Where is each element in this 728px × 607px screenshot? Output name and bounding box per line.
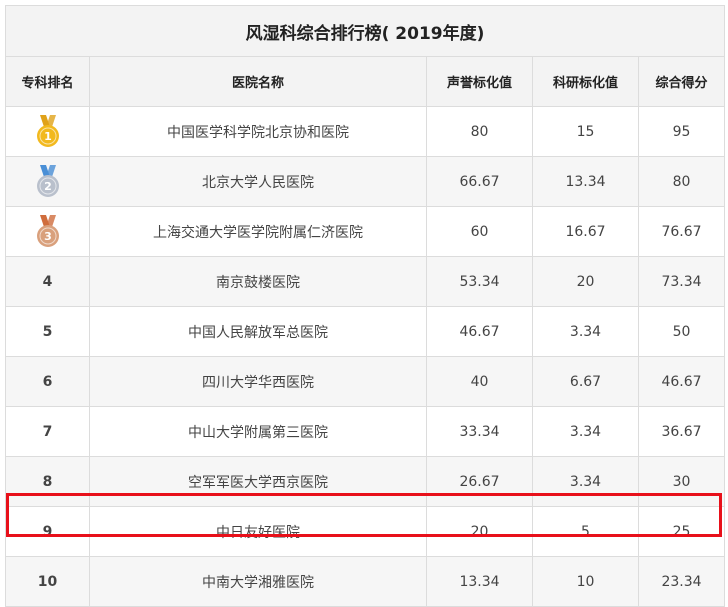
gold-medal-icon: 1	[36, 114, 59, 147]
research-cell: 3.34	[532, 306, 639, 357]
total-score-cell: 80	[637, 156, 726, 207]
title-row: 风湿科综合排行榜( 2019年度)	[4, 5, 726, 57]
reputation-cell: 46.67	[426, 306, 533, 357]
table-title: 风湿科综合排行榜( 2019年度)	[4, 5, 726, 57]
hospital-name-link[interactable]: 中国医学科学院北京协和医院	[89, 106, 427, 157]
total-score-cell: 95	[637, 106, 726, 157]
table-row: 10 中南大学湘雅医院 13.34 10 23.34	[5, 556, 726, 607]
table-row: 7 中山大学附属第三医院 33.34 3.34 36.67	[5, 406, 726, 457]
table-row: 4 南京鼓楼医院 53.34 20 73.34	[5, 256, 726, 307]
research-cell: 13.34	[532, 156, 639, 207]
rank-cell: 4	[5, 256, 90, 307]
research-cell: 15	[532, 106, 639, 157]
reputation-cell: 40	[426, 356, 533, 407]
col-header-hospital: 医院名称	[89, 56, 427, 107]
rank-cell: 3	[5, 206, 90, 257]
header-row: 专科排名 医院名称 声誉标化值 科研标化值 综合得分	[5, 56, 726, 107]
hospital-name-link[interactable]: 中山大学附属第三医院	[89, 406, 427, 457]
table-row: 6 四川大学华西医院 40 6.67 46.67	[5, 356, 726, 407]
total-score-cell: 23.34	[637, 556, 726, 607]
reputation-cell: 60	[426, 206, 533, 257]
research-cell: 10	[532, 556, 639, 607]
hospital-name-link[interactable]: 中国人民解放军总医院	[89, 306, 427, 357]
table-row: 9 中日友好医院 20 5 25	[5, 506, 726, 557]
table-row: 1 中国医学科学院北京协和医院 80 15 95	[5, 106, 726, 157]
hospital-name-link[interactable]: 空军军医大学西京医院	[89, 456, 427, 507]
total-score-cell: 73.34	[637, 256, 726, 307]
research-cell: 6.67	[532, 356, 639, 407]
bronze-medal-icon: 3	[36, 214, 59, 247]
silver-medal-icon: 2	[36, 164, 59, 197]
research-cell: 5	[532, 506, 639, 557]
total-score-cell: 30	[637, 456, 726, 507]
col-header-research: 科研标化值	[532, 56, 639, 107]
ranking-page: 风湿科综合排行榜( 2019年度) 专科排名 医院名称 声誉标化值 科研标化值 …	[0, 0, 728, 607]
research-cell: 20	[532, 256, 639, 307]
total-score-cell: 25	[637, 506, 726, 557]
total-score-cell: 46.67	[637, 356, 726, 407]
hospital-name-link[interactable]: 南京鼓楼医院	[89, 256, 427, 307]
hospital-name-link[interactable]: 四川大学华西医院	[89, 356, 427, 407]
table-row: 5 中国人民解放军总医院 46.67 3.34 50	[5, 306, 726, 357]
table-row: 3 上海交通大学医学院附属仁济医院 60 16.67 76.67	[5, 206, 726, 257]
rank-cell: 8	[5, 456, 90, 507]
research-cell: 3.34	[532, 406, 639, 457]
col-header-reputation: 声誉标化值	[426, 56, 533, 107]
rank-cell: 9	[5, 506, 90, 557]
research-cell: 16.67	[532, 206, 639, 257]
total-score-cell: 36.67	[637, 406, 726, 457]
total-score-cell: 76.67	[637, 206, 726, 257]
rank-cell: 2	[5, 156, 90, 207]
reputation-cell: 13.34	[426, 556, 533, 607]
rank-cell: 1	[5, 106, 90, 157]
table-row: 2 北京大学人民医院 66.67 13.34 80	[5, 156, 726, 207]
rank-cell: 10	[5, 556, 90, 607]
col-header-rank: 专科排名	[5, 56, 90, 107]
reputation-cell: 80	[426, 106, 533, 157]
hospital-name-link[interactable]: 中日友好医院	[89, 506, 427, 557]
rank-cell: 7	[5, 406, 90, 457]
rank-cell: 6	[5, 356, 90, 407]
reputation-cell: 33.34	[426, 406, 533, 457]
reputation-cell: 66.67	[426, 156, 533, 207]
total-score-cell: 50	[637, 306, 726, 357]
hospital-name-link[interactable]: 中南大学湘雅医院	[89, 556, 427, 607]
reputation-cell: 26.67	[426, 456, 533, 507]
medal-rank-label: 3	[44, 230, 52, 243]
medal-rank-label: 1	[44, 130, 52, 143]
table-row: 8 空军军医大学西京医院 26.67 3.34 30	[5, 456, 726, 507]
ranking-table: 风湿科综合排行榜( 2019年度) 专科排名 医院名称 声誉标化值 科研标化值 …	[4, 5, 726, 607]
reputation-cell: 53.34	[426, 256, 533, 307]
medal-rank-label: 2	[44, 180, 52, 193]
col-header-total: 综合得分	[637, 56, 726, 107]
rank-cell: 5	[5, 306, 90, 357]
hospital-name-link[interactable]: 北京大学人民医院	[89, 156, 427, 207]
reputation-cell: 20	[426, 506, 533, 557]
research-cell: 3.34	[532, 456, 639, 507]
hospital-name-link[interactable]: 上海交通大学医学院附属仁济医院	[89, 206, 427, 257]
